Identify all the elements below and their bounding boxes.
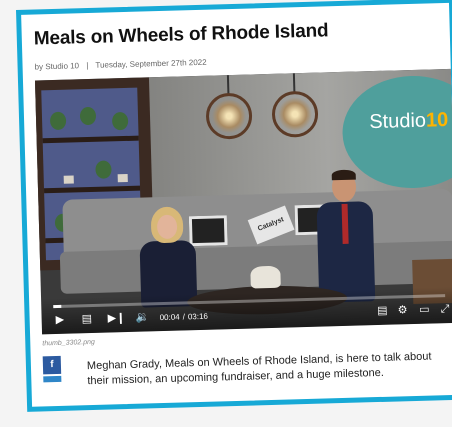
byline-author[interactable]: by Studio 10 xyxy=(34,61,79,71)
time-display: 00:04/03:16 xyxy=(159,311,209,323)
article-title: Meals on Wheels of Rhode Island xyxy=(33,20,329,50)
plant-decoration xyxy=(95,160,112,179)
host-person xyxy=(316,169,376,303)
byline-separator: | xyxy=(86,61,89,71)
flower-vase xyxy=(250,265,281,289)
article-byline: by Studio 10 | Tuesday, September 27th 2… xyxy=(34,58,211,72)
article-card: Meals on Wheels of Rhode Island by Studi… xyxy=(16,0,452,412)
plant-decoration xyxy=(111,111,129,131)
picture-in-picture-icon[interactable]: ▭ xyxy=(419,304,430,316)
play-icon[interactable]: ▶ xyxy=(56,314,65,326)
byline-date: Tuesday, September 27th 2022 xyxy=(95,57,207,70)
image-caption: thumb_3302.png xyxy=(42,338,95,348)
facebook-share-icon[interactable]: f xyxy=(42,355,62,375)
video-controls: ▶ ▤ ▶❙ 🔉 00:04/03:16 ▤ ⚙ ▭ ⤢ xyxy=(41,286,452,335)
playlist-icon[interactable]: ▤ xyxy=(81,313,92,325)
captions-icon[interactable]: ▤ xyxy=(377,305,388,317)
volume-icon[interactable]: 🔉 xyxy=(135,311,149,323)
guest-person xyxy=(139,206,198,308)
next-icon[interactable]: ▶❙ xyxy=(107,312,125,324)
plant-decoration xyxy=(49,111,67,131)
settings-icon[interactable]: ⚙ xyxy=(397,304,407,316)
plant-decoration xyxy=(79,106,97,126)
pot-decoration xyxy=(63,175,74,184)
screenshot-stage: Meals on Wheels of Rhode Island by Studi… xyxy=(0,0,452,427)
fullscreen-icon[interactable]: ⤢ xyxy=(441,303,450,315)
studio-logo: Studio10 xyxy=(368,108,449,134)
pot-decoration xyxy=(117,173,128,183)
article-body: Meghan Grady, Meals on Wheels of Rhode I… xyxy=(86,350,432,388)
video-player[interactable]: Studio10 Catalyst ▶ ▤ ▶❙ 🔉 00:04 / 03:16… xyxy=(34,68,452,335)
progress-fill xyxy=(53,304,62,309)
share-button[interactable] xyxy=(43,375,62,383)
